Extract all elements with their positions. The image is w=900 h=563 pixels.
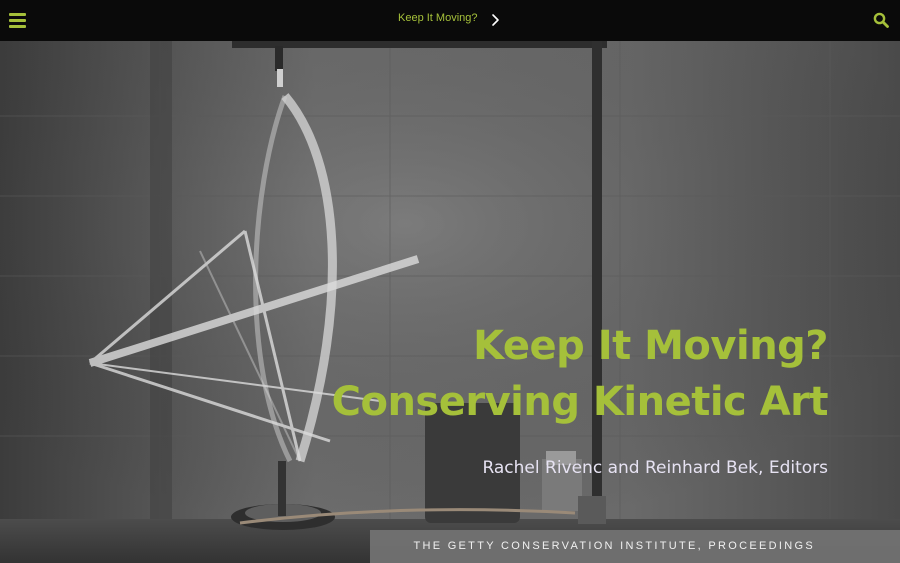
hero-cover: Keep It Moving? Conserving Kinetic Art R…	[0, 41, 900, 563]
book-title: Keep It Moving? Conserving Kinetic Art	[331, 318, 829, 430]
book-title-line2: Conserving Kinetic Art	[331, 379, 829, 425]
top-nav-bar: Keep It Moving?	[0, 0, 900, 41]
hamburger-menu-icon[interactable]	[9, 11, 27, 29]
book-editors: Rachel Rivenc and Reinhard Bek, Editors	[482, 458, 828, 478]
nav-book-title-link[interactable]: Keep It Moving?	[398, 12, 478, 24]
publisher-band: THE GETTY CONSERVATION INSTITUTE, PROCEE…	[370, 530, 900, 563]
kinetic-sculpture-photo	[0, 41, 900, 563]
search-icon[interactable]	[873, 12, 889, 28]
publisher-label: THE GETTY CONSERVATION INSTITUTE, PROCEE…	[413, 540, 815, 552]
book-title-line1: Keep It Moving?	[473, 323, 828, 369]
chevron-right-icon[interactable]	[489, 13, 503, 27]
